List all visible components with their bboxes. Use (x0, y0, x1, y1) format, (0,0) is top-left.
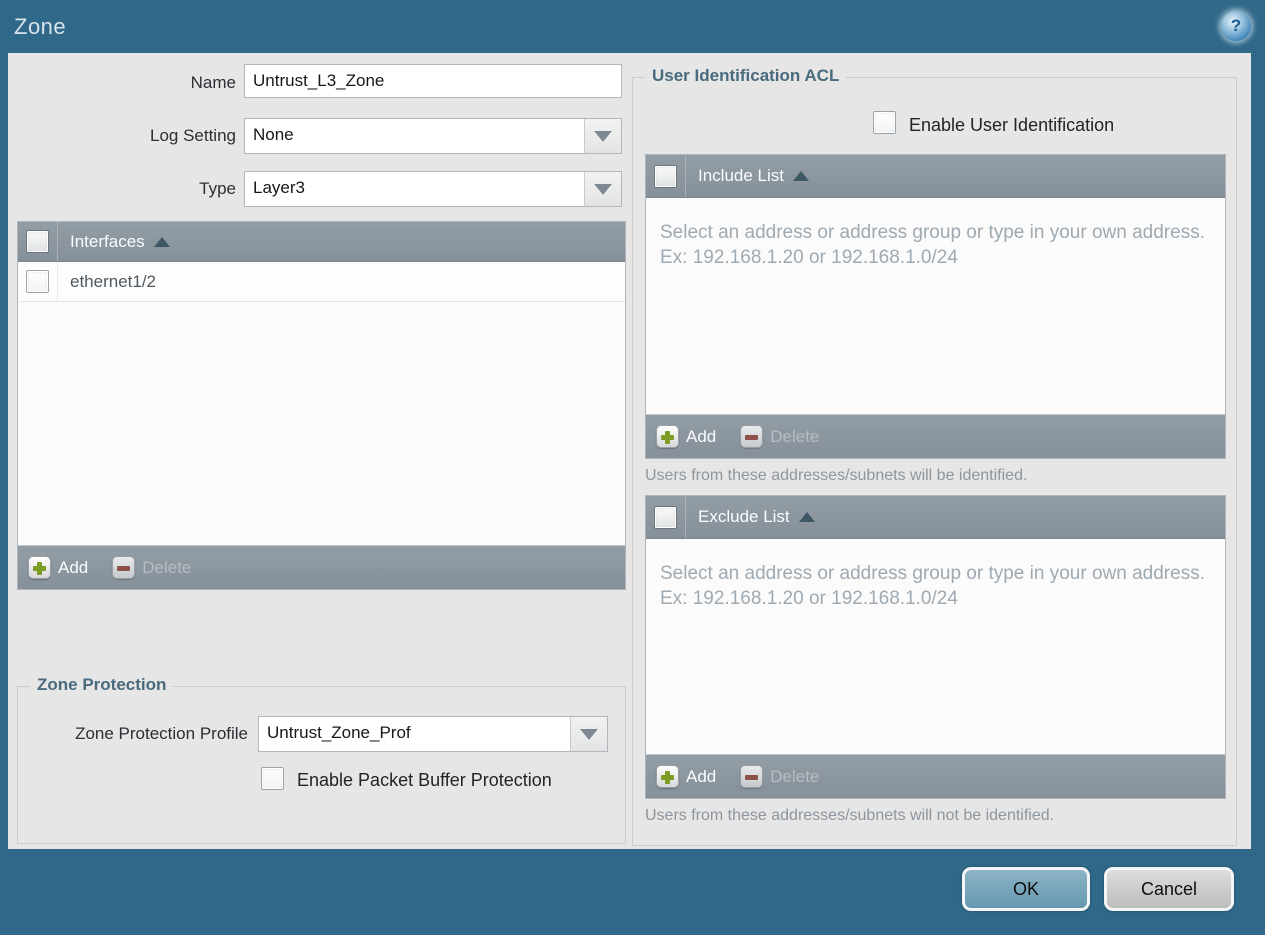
interface-name: ethernet1/2 (70, 271, 157, 291)
exclude-list-table: Exclude List Select an address or addres… (645, 495, 1226, 799)
row-checkbox-cell (18, 262, 58, 301)
enable-packet-buffer-checkbox[interactable] (261, 767, 284, 790)
dialog-body: Name Log Setting None Type Layer3 Interf… (8, 53, 1251, 849)
interface-row[interactable]: ethernet1/2 (18, 262, 625, 302)
plus-icon (656, 765, 679, 788)
zone-protection-profile-dropdown[interactable]: Untrust_Zone_Prof (258, 716, 608, 752)
include-list-placeholder: Select an address or address group or ty… (660, 222, 1205, 268)
log-setting-label: Log Setting (149, 126, 236, 145)
include-list-header[interactable]: Include List (646, 155, 1225, 198)
type-label: Type (199, 179, 236, 198)
exclude-list-header-label: Exclude List (698, 507, 790, 526)
zone-protection-profile-value: Untrust_Zone_Prof (267, 723, 411, 742)
help-icon[interactable]: ? (1221, 11, 1251, 41)
log-setting-dropdown[interactable]: None (244, 118, 622, 154)
add-interface-button[interactable]: Add (28, 556, 88, 579)
minus-icon (740, 425, 764, 448)
row-checkbox[interactable] (26, 270, 49, 293)
type-dropdown[interactable]: Layer3 (244, 171, 622, 207)
sort-asc-icon[interactable] (793, 171, 809, 181)
delete-interface-button[interactable]: Delete (112, 556, 191, 579)
interfaces-header-label: Interfaces (70, 231, 145, 251)
include-list-body[interactable]: Select an address or address group or ty… (646, 198, 1225, 414)
user-identification-legend: User Identification ACL (645, 66, 847, 86)
enable-packet-buffer-label: Enable Packet Buffer Protection (297, 770, 552, 790)
minus-icon (740, 765, 764, 788)
select-all-checkbox[interactable] (26, 230, 49, 253)
log-setting-value: None (253, 125, 294, 144)
include-add-button[interactable]: Add (656, 425, 716, 448)
select-all-cell (646, 496, 686, 538)
interfaces-body: ethernet1/2 (18, 262, 625, 545)
dialog-title: Zone (14, 14, 67, 39)
exclude-list-toolbar: Add Delete (646, 754, 1225, 798)
exclude-list-header[interactable]: Exclude List (646, 496, 1225, 539)
sort-asc-icon[interactable] (798, 512, 815, 522)
enable-user-identification-label: Enable User Identification (909, 115, 1115, 135)
interfaces-table: Interfaces ethernet1/2 Add Delete (17, 221, 626, 590)
include-list-caption: Users from these addresses/subnets will … (645, 467, 1028, 484)
interfaces-toolbar: Add Delete (18, 545, 625, 589)
minus-icon (112, 556, 136, 579)
sort-asc-icon[interactable] (153, 236, 170, 247)
cancel-button[interactable]: Cancel (1104, 867, 1234, 911)
zone-protection-group: Zone Protection Zone Protection Profile … (17, 675, 626, 844)
name-label: Name (190, 73, 236, 92)
include-delete-button[interactable]: Delete (740, 425, 819, 448)
zone-protection-legend: Zone Protection (30, 675, 174, 695)
exclude-delete-button[interactable]: Delete (740, 765, 819, 788)
exclude-list-body[interactable]: Select an address or address group or ty… (646, 539, 1225, 754)
select-all-cell (18, 222, 58, 261)
user-identification-group: User Identification ACL Enable User Iden… (632, 66, 1237, 846)
type-dropdown-button[interactable] (584, 172, 621, 206)
zone-protection-profile-label: Zone Protection Profile (75, 724, 248, 743)
ok-button[interactable]: OK (962, 867, 1090, 911)
name-input[interactable] (244, 64, 622, 98)
log-setting-dropdown-button[interactable] (584, 119, 621, 153)
zone-dialog: Zone ? Name Log Setting None Type Layer3 (0, 0, 1265, 935)
exclude-add-button[interactable]: Add (656, 765, 716, 788)
include-list-toolbar: Add Delete (646, 414, 1225, 458)
plus-icon (656, 425, 679, 448)
include-list-table: Include List Select an address or addres… (645, 154, 1226, 459)
enable-user-identification-checkbox[interactable] (873, 111, 896, 134)
interfaces-header[interactable]: Interfaces (18, 222, 625, 262)
include-select-all-checkbox[interactable] (654, 164, 677, 188)
exclude-select-all-checkbox[interactable] (654, 505, 677, 529)
chevron-down-icon (594, 183, 612, 195)
type-value: Layer3 (253, 178, 305, 197)
include-list-header-label: Include List (698, 166, 784, 185)
zone-protection-profile-dropdown-button[interactable] (570, 717, 607, 751)
select-all-cell (646, 155, 686, 197)
plus-icon (28, 556, 51, 579)
chevron-down-icon (594, 130, 612, 142)
exclude-list-caption: Users from these addresses/subnets will … (645, 807, 1055, 824)
chevron-down-icon (580, 728, 598, 740)
exclude-list-placeholder: Select an address or address group or ty… (660, 563, 1205, 609)
